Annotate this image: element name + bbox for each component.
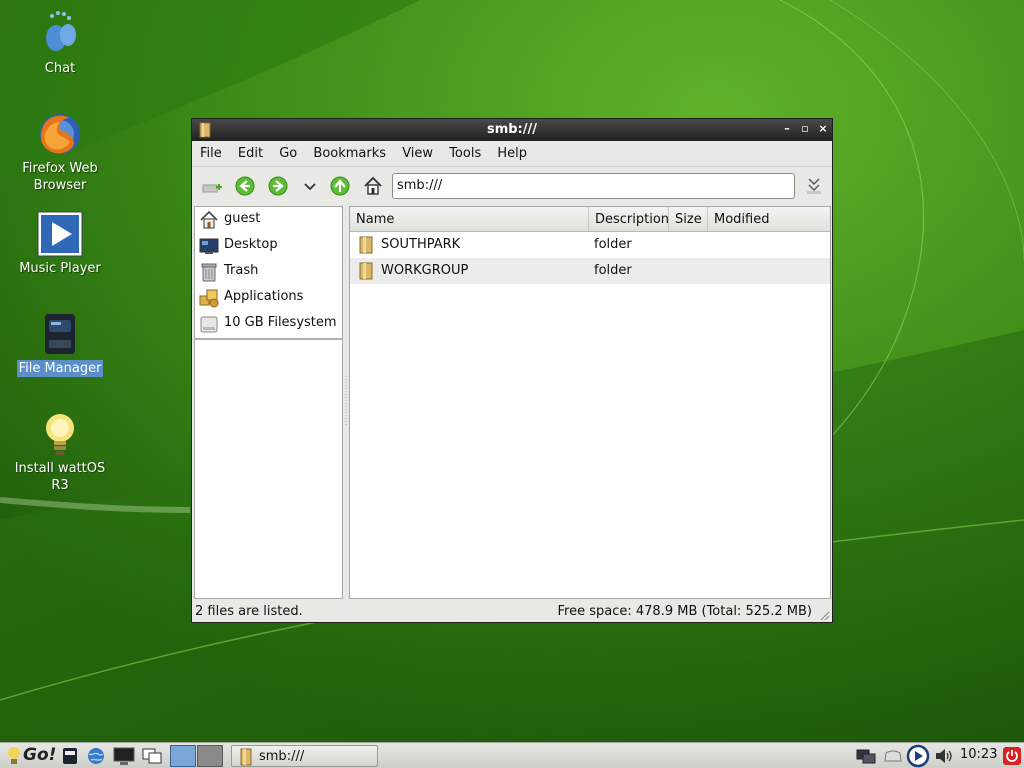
start-button[interactable]: Go! <box>23 745 56 765</box>
desktop-icon-firefox[interactable]: Firefox Web Browser <box>5 110 115 194</box>
desktop-icon-file-manager[interactable]: File Manager <box>5 310 115 377</box>
places-sidebar: guest Desktop Trash Applications 10 GB F… <box>194 206 343 599</box>
menu-file[interactable]: File <box>194 141 228 167</box>
pane-splitter[interactable] <box>344 376 348 426</box>
file-manager-window: smb:/// – ▫ × File Edit Go Bookmarks Vie… <box>191 118 833 623</box>
menu-view[interactable]: View <box>396 141 439 167</box>
web-browser-icon[interactable] <box>86 746 106 766</box>
clock[interactable]: 10:23 <box>960 747 997 762</box>
battery-icon[interactable] <box>882 746 904 766</box>
content-panes: guest Desktop Trash Applications 10 GB F… <box>192 206 832 599</box>
column-name[interactable]: Name <box>350 207 589 231</box>
folder-icon <box>359 262 373 280</box>
file-row-southpark[interactable]: SOUTHPARK folder <box>350 232 830 258</box>
desktop-icon-label: Firefox Web Browser <box>22 161 98 193</box>
new-tab-icon[interactable] <box>200 175 222 197</box>
menu-help[interactable]: Help <box>491 141 533 167</box>
toolbar: smb:/// <box>192 167 832 205</box>
window-title: smb:/// <box>486 122 538 137</box>
menu-tools[interactable]: Tools <box>443 141 487 167</box>
file-manager-launcher-icon[interactable] <box>60 746 80 766</box>
home-icon <box>200 210 218 229</box>
column-description[interactable]: Description <box>589 207 669 231</box>
menu-edit[interactable]: Edit <box>232 141 269 167</box>
workspace-1[interactable] <box>170 745 196 767</box>
windows-icon[interactable] <box>141 746 163 766</box>
location-input[interactable]: smb:/// <box>392 173 795 199</box>
file-description: folder <box>594 263 632 278</box>
sidebar-item-label: Applications <box>224 289 304 304</box>
terminal-icon[interactable] <box>113 746 135 766</box>
media-play-icon[interactable] <box>906 744 930 768</box>
sidebar-item-label: 10 GB Filesystem <box>224 315 337 330</box>
sidebar-separator <box>195 338 342 340</box>
resize-grip-icon[interactable] <box>818 609 830 621</box>
desktop-icon-chat[interactable]: Chat <box>5 10 115 77</box>
chevron-down-icon[interactable] <box>299 175 321 197</box>
desktop-icon-label: Music Player <box>19 261 101 276</box>
column-headers: Name Description Size Modified <box>350 207 830 232</box>
column-modified[interactable]: Modified <box>708 207 830 231</box>
maximize-button[interactable]: ▫ <box>798 122 812 136</box>
file-row-workgroup[interactable]: WORKGROUP folder <box>350 258 830 284</box>
close-button[interactable]: × <box>816 122 830 136</box>
sidebar-item-guest[interactable]: guest <box>195 207 342 233</box>
taskbar-window-button[interactable]: smb:/// <box>231 745 378 767</box>
status-file-count: 2 files are listed. <box>195 604 303 619</box>
taskbar: Go! smb:/// 10:23 <box>0 742 1024 768</box>
file-description: folder <box>594 237 632 252</box>
desktop-icon-install-wattos[interactable]: Install wattOS R3 <box>5 410 115 494</box>
go-location-icon[interactable] <box>803 175 825 197</box>
menu-bookmarks[interactable]: Bookmarks <box>307 141 392 167</box>
window-titlebar[interactable]: smb:/// – ▫ × <box>192 119 832 141</box>
volume-icon[interactable] <box>933 746 955 766</box>
folder-icon <box>240 748 252 766</box>
sidebar-item-filesystem[interactable]: 10 GB Filesystem <box>195 311 342 337</box>
network-icon[interactable] <box>855 746 877 766</box>
trash-icon <box>201 263 217 282</box>
desktop-icon <box>199 238 219 254</box>
taskbar-window-label: smb:/// <box>259 749 305 764</box>
power-icon[interactable] <box>1003 746 1021 766</box>
play-icon <box>37 211 83 257</box>
sidebar-item-desktop[interactable]: Desktop <box>195 233 342 259</box>
file-list: Name Description Size Modified SOUTHPARK… <box>349 206 831 599</box>
menu-bar: File Edit Go Bookmarks View Tools Help <box>192 141 832 167</box>
sidebar-item-label: Trash <box>224 263 259 278</box>
sidebar-item-label: guest <box>224 211 261 226</box>
up-icon[interactable] <box>329 175 351 197</box>
status-free-space: Free space: 478.9 MB (Total: 525.2 MB) <box>557 604 812 619</box>
status-bar: 2 files are listed. Free space: 478.9 MB… <box>192 601 832 623</box>
applications-icon <box>199 289 219 308</box>
desktop-icon-label: Chat <box>44 61 76 76</box>
desktop-icon-label: File Manager <box>16 360 104 377</box>
chat-icon <box>46 11 76 51</box>
lightbulb-icon <box>46 414 74 455</box>
file-name: SOUTHPARK <box>381 237 461 252</box>
menu-go[interactable]: Go <box>273 141 303 167</box>
forward-icon[interactable] <box>267 175 289 197</box>
file-name: WORKGROUP <box>381 263 469 278</box>
file-manager-icon <box>45 314 75 354</box>
column-size[interactable]: Size <box>669 207 708 231</box>
drive-icon <box>200 316 218 333</box>
back-icon[interactable] <box>234 175 256 197</box>
sidebar-item-trash[interactable]: Trash <box>195 259 342 285</box>
desktop-icon-music-player[interactable]: Music Player <box>5 210 115 277</box>
lightbulb-icon[interactable] <box>6 746 22 766</box>
home-icon[interactable] <box>362 175 384 197</box>
folder-icon <box>359 236 373 254</box>
sidebar-item-label: Desktop <box>224 237 278 252</box>
minimize-button[interactable]: – <box>780 122 794 136</box>
firefox-icon <box>40 114 80 154</box>
workspace-2[interactable] <box>197 745 223 767</box>
desktop-icon-label: Install wattOS R3 <box>14 461 106 493</box>
sidebar-item-applications[interactable]: Applications <box>195 285 342 311</box>
